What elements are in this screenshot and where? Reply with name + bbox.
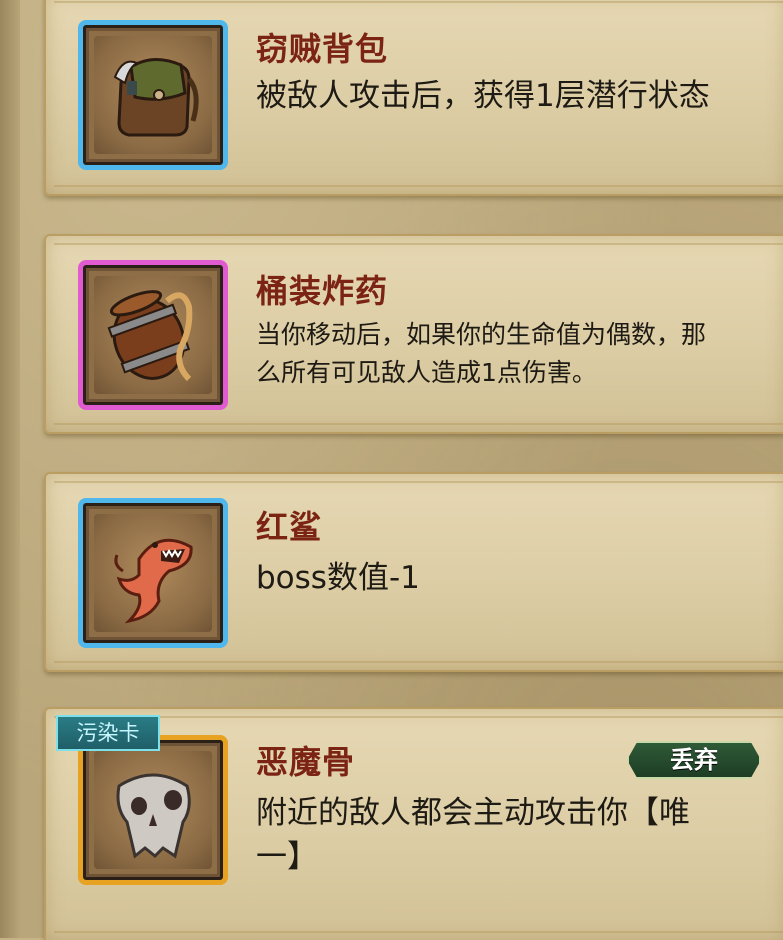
red-shark-icon: [114, 538, 193, 624]
discard-button[interactable]: 丢弃: [627, 741, 761, 779]
relic-icon-frame: [78, 735, 228, 885]
relic-card-demon-bone[interactable]: 污染卡 恶魔骨 附近的敌人都会主动攻击你【唯一】 丢弃: [44, 707, 783, 940]
relic-list: 窃贼背包 被敌人攻击后，获得1层潜行状态 桶装炸药 当你移动后，如果你的生命值为…: [0, 0, 783, 940]
relic-card-powder-barrel[interactable]: 桶装炸药 当你移动后，如果你的生命值为偶数，那么所有可见敌人造成1点伤害。: [44, 234, 783, 434]
thief-backpack-icon: [113, 58, 199, 137]
relic-description: 被敌人攻击后，获得1层潜行状态: [256, 78, 710, 114]
relic-description: 当你移动后，如果你的生命值为偶数，那么所有可见敌人造成1点伤害。: [256, 320, 707, 387]
relic-card-thief-backpack[interactable]: 窃贼背包 被敌人攻击后，获得1层潜行状态: [44, 0, 783, 196]
relic-description: boss数值-1: [256, 560, 420, 596]
relic-icon-frame: [78, 498, 228, 648]
relic-card-red-shark[interactable]: 红鲨 boss数值-1: [44, 472, 783, 672]
relic-icon-frame: [78, 260, 228, 410]
demon-skull-icon: [116, 773, 191, 859]
relic-description: 附近的敌人都会主动攻击你【唯一】: [256, 795, 690, 875]
polluted-card-tag: 污染卡: [56, 715, 160, 751]
relic-name: 窃贼背包: [256, 30, 389, 68]
relic-name: 红鲨: [256, 508, 323, 546]
relic-name: 恶魔骨: [256, 743, 356, 781]
powder-barrel-icon: [107, 290, 193, 382]
relic-icon-frame: [78, 20, 228, 170]
relic-name: 桶装炸药: [256, 272, 389, 310]
